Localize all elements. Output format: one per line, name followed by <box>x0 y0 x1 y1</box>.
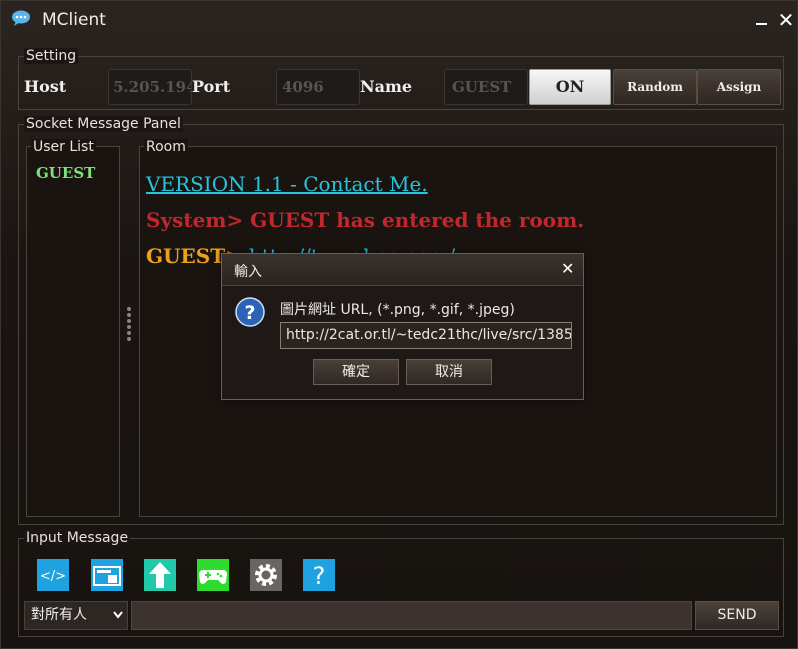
input-message-legend: Input Message <box>24 530 131 546</box>
dialog-title-bar[interactable]: 輸入 ✕ <box>222 254 583 286</box>
assign-button[interactable]: Assign <box>697 69 781 105</box>
send-button[interactable]: SEND <box>695 601 779 630</box>
ok-button[interactable]: 確定 <box>313 359 399 385</box>
name-label: Name <box>360 77 413 96</box>
picture-icon[interactable] <box>91 559 123 591</box>
title-bar[interactable]: MClient ✕ <box>1 1 798 39</box>
window-title: MClient <box>42 10 106 30</box>
room-legend: Room <box>144 139 188 155</box>
host-label: Host <box>24 77 67 96</box>
cancel-button[interactable]: 取消 <box>406 359 492 385</box>
socket-panel-legend: Socket Message Panel <box>24 116 183 132</box>
version-link[interactable]: VERSION 1.1 - Contact Me. <box>146 172 428 196</box>
upload-arrow-icon[interactable] <box>144 559 176 591</box>
svg-text:</>: </> <box>40 569 66 584</box>
question-icon: ? <box>235 297 265 327</box>
user-list-panel <box>26 146 120 517</box>
chevron-down-icon <box>113 611 123 619</box>
minimize-button[interactable] <box>755 14 769 26</box>
splitter-handle[interactable] <box>127 307 131 347</box>
gamepad-icon[interactable] <box>197 559 229 591</box>
code-icon[interactable]: </> <box>37 559 69 591</box>
gear-icon[interactable] <box>250 559 282 591</box>
dialog-close-button[interactable]: ✕ <box>561 259 574 278</box>
on-button[interactable]: ON <box>529 69 611 105</box>
setting-legend: Setting <box>24 48 79 64</box>
mclient-window: MClient ✕ Setting Host 5.205.194 Port 40… <box>0 0 798 649</box>
port-field[interactable]: 4096 <box>276 69 360 105</box>
random-button[interactable]: Random <box>613 69 697 105</box>
chat-bubble-icon <box>12 10 30 26</box>
dialog-title: 輸入 <box>234 264 262 280</box>
name-field[interactable]: GUEST <box>444 69 528 105</box>
dialog-prompt: 圖片網址 URL, (*.png, *.gif, *.jpeg) <box>280 302 515 318</box>
message-input[interactable] <box>131 601 692 630</box>
image-url-input[interactable]: http://2cat.or.tl/~tedc21thc/live/src/13… <box>280 322 572 349</box>
host-field[interactable]: 5.205.194 <box>108 69 192 105</box>
guest-sender: GUEST <box>146 244 226 268</box>
image-url-dialog: 輸入 ✕ ? 圖片網址 URL, (*.png, *.gif, *.jpeg) … <box>221 253 584 400</box>
svg-text:?: ? <box>244 302 255 324</box>
user-list-item[interactable]: GUEST <box>36 164 95 182</box>
svg-text:?: ? <box>313 562 326 590</box>
user-list-legend: User List <box>31 139 96 155</box>
window-close-button[interactable]: ✕ <box>777 9 795 31</box>
help-icon[interactable]: ? <box>303 559 335 591</box>
port-label: Port <box>192 77 231 96</box>
system-message: System> GUEST has entered the room. <box>146 208 585 232</box>
recipient-selected-value: 對所有人 <box>31 607 87 623</box>
recipient-select[interactable]: 對所有人 <box>24 601 128 630</box>
